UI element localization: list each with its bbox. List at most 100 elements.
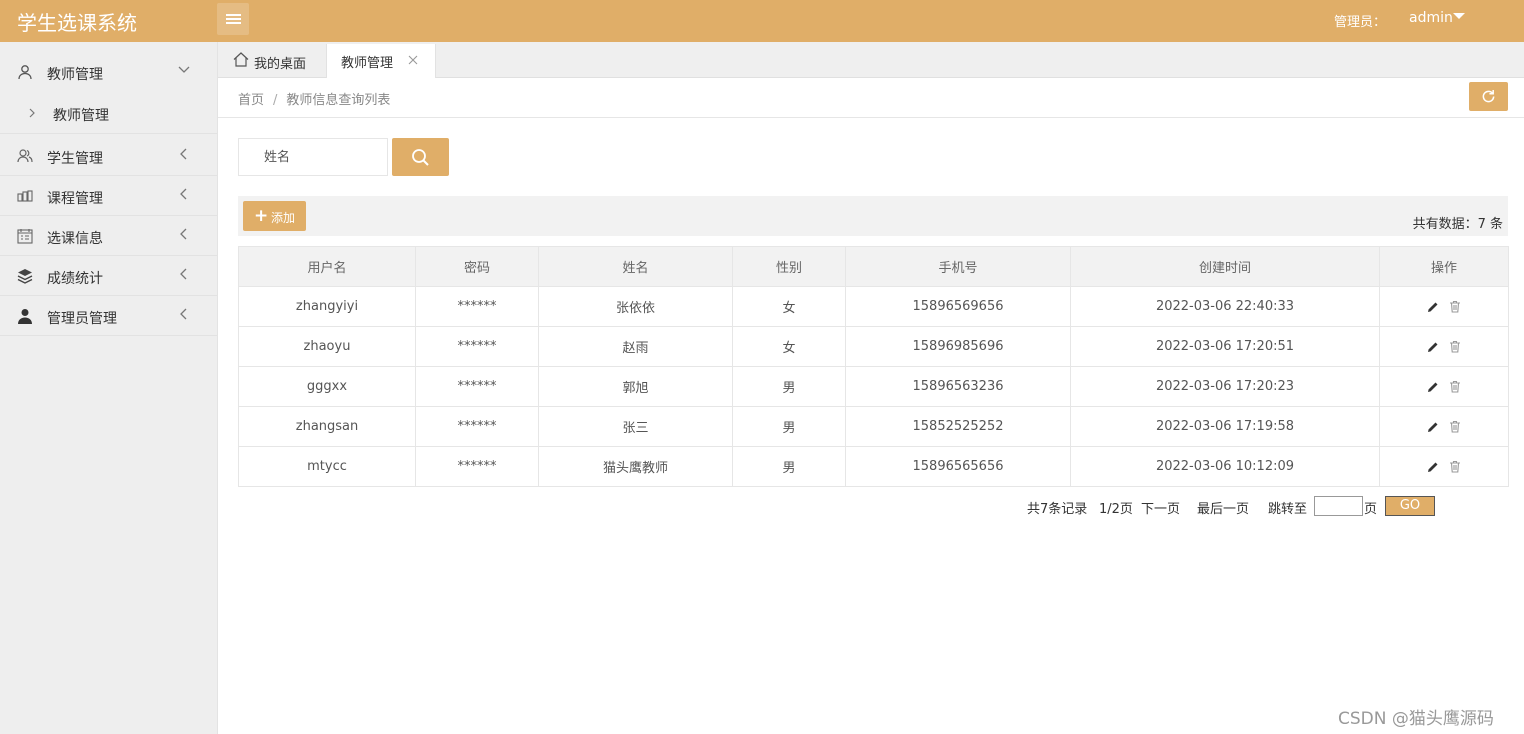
- cell-username: gggxx: [238, 366, 416, 407]
- table-row: mtycc ****** 猫头鹰教师 男 15896565656 2022-03…: [238, 446, 1509, 487]
- app-title: 学生选课系统: [17, 11, 137, 35]
- name-search-input[interactable]: [238, 138, 388, 176]
- cell-gender: 女: [732, 326, 846, 367]
- cell-password: ******: [415, 366, 539, 407]
- hamburger-icon: [226, 14, 241, 16]
- chevron-down-icon: [178, 66, 190, 73]
- trash-icon[interactable]: [1449, 340, 1461, 353]
- pagination-pages: 1/2页: [1099, 502, 1133, 517]
- close-icon[interactable]: [407, 54, 419, 66]
- search-button[interactable]: [392, 138, 449, 176]
- person-icon: [18, 309, 32, 324]
- sidebar-item-label: 课程管理: [47, 191, 103, 207]
- cell-gender: 男: [732, 366, 846, 407]
- go-button[interactable]: GO: [1385, 496, 1435, 516]
- table-toolbar: + 添加 共有数据：7 条: [238, 196, 1508, 236]
- cell-actions: [1379, 326, 1509, 367]
- chevron-left-icon: [180, 268, 187, 280]
- cell-phone: 15896569656: [845, 286, 1071, 327]
- chevron-right-icon: [29, 108, 35, 118]
- cell-created: 2022-03-06 22:40:33: [1070, 286, 1380, 327]
- cell-password: ******: [415, 446, 539, 487]
- sidebar: 教师管理 教师管理 学生管理 课程管理 选课信息 成绩统计 管理员管理: [0, 42, 218, 734]
- tab-desktop[interactable]: 我的桌面: [220, 44, 324, 78]
- total-count: 共有数据：7 条: [1412, 217, 1503, 232]
- trash-icon[interactable]: [1449, 420, 1461, 433]
- cell-username: zhangyiyi: [238, 286, 416, 327]
- cell-phone: 15896565656: [845, 446, 1071, 487]
- caret-down-icon[interactable]: [1453, 13, 1465, 19]
- table-row: zhaoyu ****** 赵雨 女 15896985696 2022-03-0…: [238, 326, 1509, 367]
- column-header: 性别: [732, 246, 846, 287]
- cell-name: 张三: [538, 406, 733, 447]
- breadcrumb-home[interactable]: 首页: [238, 93, 264, 108]
- refresh-button[interactable]: [1469, 82, 1508, 111]
- book-icon: [17, 190, 33, 202]
- edit-icon[interactable]: [1427, 381, 1439, 393]
- sidebar-subitem-label: 教师管理: [53, 108, 109, 124]
- cell-created: 2022-03-06 10:12:09: [1070, 446, 1380, 487]
- admin-user-menu[interactable]: admin: [1409, 10, 1453, 26]
- column-header: 密码: [415, 246, 539, 287]
- cell-created: 2022-03-06 17:19:58: [1070, 406, 1380, 447]
- edit-icon[interactable]: [1427, 421, 1439, 433]
- chevron-left-icon: [180, 228, 187, 240]
- cell-gender: 男: [732, 446, 846, 487]
- trash-icon[interactable]: [1449, 380, 1461, 393]
- sidebar-item-selection[interactable]: 选课信息: [0, 216, 217, 256]
- plus-icon: +: [254, 206, 269, 226]
- cell-username: zhaoyu: [238, 326, 416, 367]
- last-page-link[interactable]: 最后一页: [1197, 498, 1249, 517]
- sidebar-item-label: 管理员管理: [47, 311, 117, 327]
- top-header: 学生选课系统 管理员： admin: [0, 0, 1524, 42]
- edit-icon[interactable]: [1427, 341, 1439, 353]
- cell-username: mtycc: [238, 446, 416, 487]
- edit-icon[interactable]: [1427, 461, 1439, 473]
- next-page-link[interactable]: 下一页: [1141, 498, 1180, 517]
- teacher-table: 用户名 密码 姓名 性别 手机号 创建时间 操作 zhangyiyi *****…: [238, 246, 1509, 487]
- trash-icon[interactable]: [1449, 460, 1461, 473]
- cell-password: ******: [415, 326, 539, 367]
- cell-name: 张依依: [538, 286, 733, 327]
- admin-label: 管理员：: [1334, 15, 1387, 30]
- cell-password: ******: [415, 406, 539, 447]
- tab-teacher-management[interactable]: 教师管理: [326, 44, 436, 79]
- sidebar-item-course[interactable]: 课程管理: [0, 176, 217, 216]
- cell-name: 赵雨: [538, 326, 733, 367]
- sidebar-item-teacher[interactable]: 教师管理: [0, 52, 217, 92]
- jump-label: 跳转至: [1268, 502, 1308, 517]
- sidebar-subitem-teacher[interactable]: 教师管理: [0, 94, 217, 134]
- sidebar-item-student[interactable]: 学生管理: [0, 136, 217, 176]
- user-icon: [18, 65, 32, 80]
- home-icon: [233, 52, 249, 67]
- sidebar-item-label: 选课信息: [47, 231, 103, 247]
- cell-actions: [1379, 446, 1509, 487]
- pagination-records: 共7条记录: [1027, 502, 1088, 517]
- cell-phone: 15896563236: [845, 366, 1071, 407]
- table-row: zhangyiyi ****** 张依依 女 15896569656 2022-…: [238, 286, 1509, 327]
- cell-password: ******: [415, 286, 539, 327]
- tab-label: 我的桌面: [254, 57, 307, 72]
- cell-actions: [1379, 286, 1509, 327]
- page-jump-input[interactable]: [1314, 496, 1363, 516]
- sidebar-item-label: 教师管理: [47, 67, 103, 83]
- column-header: 用户名: [238, 246, 416, 287]
- cell-actions: [1379, 406, 1509, 447]
- column-header: 操作: [1379, 246, 1509, 287]
- cell-phone: 15896985696: [845, 326, 1071, 367]
- sidebar-item-grades[interactable]: 成绩统计: [0, 256, 217, 296]
- sidebar-item-admin[interactable]: 管理员管理: [0, 296, 217, 336]
- breadcrumb-separator: /: [273, 93, 278, 108]
- trash-icon[interactable]: [1449, 300, 1461, 313]
- column-header: 创建时间: [1070, 246, 1380, 287]
- table-header-row: 用户名 密码 姓名 性别 手机号 创建时间 操作: [238, 246, 1509, 287]
- table-row: zhangsan ****** 张三 男 15852525252 2022-03…: [238, 406, 1509, 447]
- cell-phone: 15852525252: [845, 406, 1071, 447]
- edit-icon[interactable]: [1427, 301, 1439, 313]
- stack-icon: [17, 269, 33, 284]
- column-header: 姓名: [538, 246, 733, 287]
- refresh-icon: [1482, 89, 1495, 103]
- menu-toggle-button[interactable]: [217, 3, 249, 35]
- add-button[interactable]: + 添加: [243, 201, 306, 231]
- page-unit-label: 页: [1364, 502, 1378, 517]
